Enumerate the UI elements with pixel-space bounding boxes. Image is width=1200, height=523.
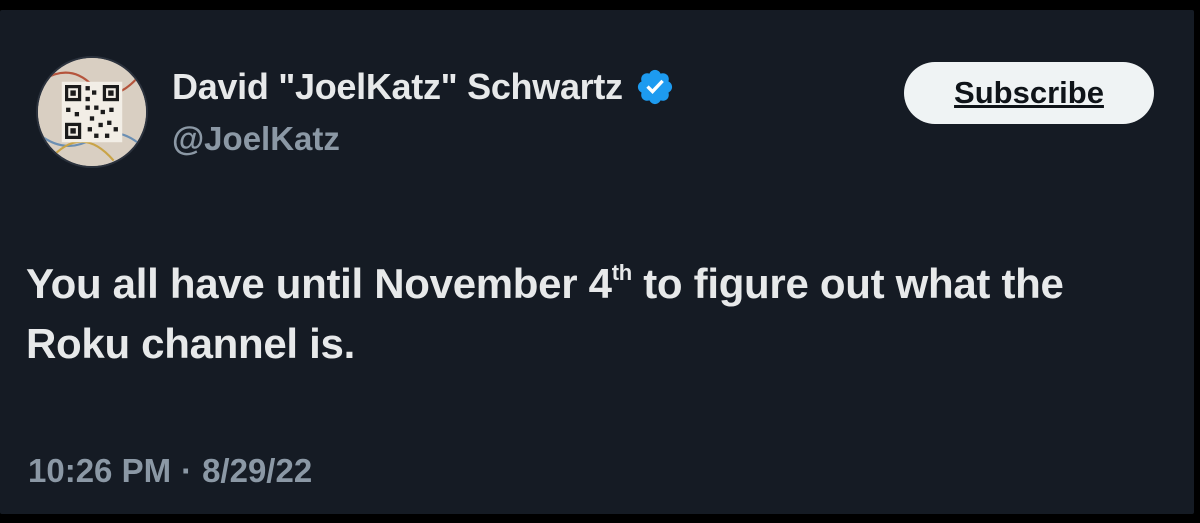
tweet-date: 8/29/22 bbox=[202, 452, 313, 489]
tweet-text-part-1: You all have until November 4 bbox=[26, 260, 612, 307]
user-handle[interactable]: @JoelKatz bbox=[172, 120, 340, 158]
tweet-card: David "JoelKatz" Schwartz @JoelKatz Subs… bbox=[0, 10, 1194, 514]
subscribe-button[interactable]: Subscribe bbox=[904, 62, 1154, 124]
avatar[interactable] bbox=[36, 56, 148, 168]
qr-code-avatar-icon bbox=[38, 58, 146, 166]
meta-separator: · bbox=[181, 452, 193, 489]
tweet-text: You all have until November 4th to figur… bbox=[26, 254, 1166, 374]
tweet-text-superscript: th bbox=[611, 260, 632, 285]
verified-badge-icon bbox=[637, 69, 672, 105]
tweet-time: 10:26 PM bbox=[28, 452, 172, 489]
author-row: David "JoelKatz" Schwartz bbox=[172, 66, 675, 108]
tweet-timestamp[interactable]: 10:26 PM · 8/29/22 bbox=[28, 452, 312, 490]
display-name[interactable]: David "JoelKatz" Schwartz bbox=[172, 66, 623, 108]
